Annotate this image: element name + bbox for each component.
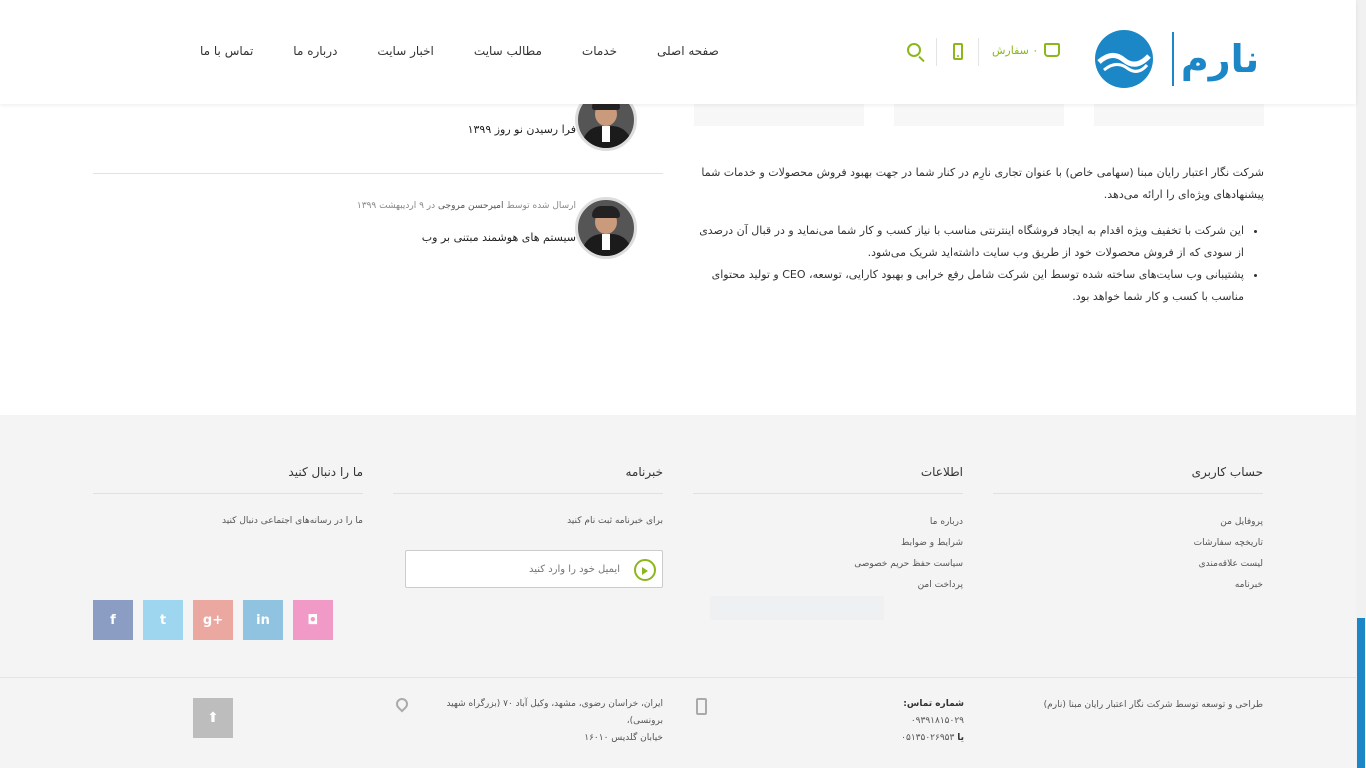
footer-heading: حساب کاربری	[993, 465, 1263, 494]
contact-block: شماره تماس: ۰۹۳۹۱۸۱۵۰۲۹ یا ۰۵۱۳۵۰۲۶۹۵۳	[860, 696, 964, 747]
nav-articles[interactable]: مطالب سایت	[454, 44, 562, 58]
back-to-top-button[interactable]: ⬆	[193, 698, 233, 738]
about-list: این شرکت با تخفیف ویژه اقدام به ایجاد فر…	[692, 220, 1264, 308]
phone-number[interactable]: ۰۹۳۹۱۸۱۵۰۲۹	[911, 716, 964, 726]
or-label: یا	[957, 733, 964, 743]
address: ایران، خراسان رضوی، مشهد، وکیل آباد ۷۰ (…	[420, 696, 663, 747]
link-wishlist[interactable]: لیست علاقه‌مندی	[993, 554, 1263, 575]
arrow-right-icon[interactable]	[634, 559, 656, 581]
footer-heading: خبرنامه	[393, 465, 663, 494]
about-intro: شرکت نگار اعتبار رایان مبنا (سهامی خاص) …	[701, 166, 1264, 201]
footer-heading: ما را دنبال کنید	[93, 465, 363, 494]
newsletter-desc: برای خبرنامه ثبت نام کنید	[567, 516, 663, 526]
service-card	[1094, 104, 1264, 126]
footer-newsletter: خبرنامه برای خبرنامه ثبت نام کنید	[393, 465, 663, 665]
link-profile[interactable]: پروفایل من	[993, 512, 1263, 533]
bottom-bar: طراحی و توسعه توسط شرکت نگار اعتبار رایا…	[0, 677, 1356, 768]
post-title[interactable]: سیستم های هوشمند مبتنی بر وب	[422, 231, 576, 244]
page: نارم ۰ سفارش صفحه اصلی خدمات مطالب سایت …	[0, 0, 1366, 768]
scrollbar[interactable]	[1356, 0, 1366, 768]
footer-heading: اطلاعات	[693, 465, 963, 494]
header-separator	[978, 38, 979, 66]
facebook-icon[interactable]: f	[93, 600, 133, 640]
service-card	[694, 104, 864, 126]
address-line: خیابان گلدیس ۱۶۰۱۰	[584, 733, 663, 743]
phone-icon[interactable]	[953, 43, 963, 60]
google-plus-icon[interactable]: g+	[193, 600, 233, 640]
header-separator	[936, 38, 937, 66]
post-author[interactable]: امیرحسن مروجی	[438, 201, 504, 211]
faded-button	[710, 596, 884, 620]
post-date: در ۹ اردیبهشت ۱۳۹۹	[356, 201, 436, 211]
link-terms[interactable]: شرایط و ضوابط	[693, 533, 963, 554]
about-section: شرکت نگار اعتبار رایان مبنا (سهامی خاص) …	[692, 162, 1264, 308]
linkedin-icon[interactable]: in	[243, 600, 283, 640]
newsletter-email-input[interactable]	[420, 559, 620, 579]
copyright: طراحی و توسعه توسط شرکت نگار اعتبار رایا…	[1043, 700, 1263, 710]
address-line: ایران، خراسان رضوی، مشهد، وکیل آباد ۷۰ (…	[446, 699, 663, 726]
post-meta-prefix: ارسال شده توسط	[506, 201, 576, 211]
basket-icon	[1044, 43, 1061, 57]
post-meta: ارسال شده توسط امیرحسن مروجی در ۹ اردیبه…	[357, 201, 576, 211]
main-nav: صفحه اصلی خدمات مطالب سایت اخبار سایت در…	[180, 44, 739, 58]
contact-label: شماره تماس:	[903, 699, 964, 709]
nav-contact[interactable]: تماس با ما	[180, 44, 273, 58]
nav-about[interactable]: درباره ما	[273, 44, 357, 58]
twitter-icon[interactable]: t	[143, 600, 183, 640]
link-newsletter[interactable]: خبرنامه	[993, 575, 1263, 596]
footer-account: حساب کاربری پروفایل من تاریخچه سفارشات ل…	[993, 465, 1263, 596]
footer: حساب کاربری پروفایل من تاریخچه سفارشات ل…	[0, 415, 1356, 677]
footer-follow: ما را دنبال کنید ما را در رسانه‌های اجتم…	[93, 465, 363, 665]
follow-desc: ما را در رسانه‌های اجتماعی دنبال کنید	[222, 516, 363, 526]
about-bullet: این شرکت با تخفیف ویژه اقدام به ایجاد فر…	[692, 220, 1244, 264]
mobile-icon	[696, 698, 707, 715]
scrollbar-thumb[interactable]	[1357, 618, 1365, 768]
site-header: نارم ۰ سفارش صفحه اصلی خدمات مطالب سایت …	[0, 0, 1356, 104]
link-order-history[interactable]: تاریخچه سفارشات	[993, 533, 1263, 554]
link-secure-payment[interactable]: پرداخت امن	[693, 575, 963, 596]
nav-news[interactable]: اخبار سایت	[357, 44, 453, 58]
author-avatar[interactable]	[575, 197, 637, 259]
social-links: f t g+ in ◘	[93, 600, 333, 640]
newsletter-form	[405, 550, 663, 588]
nav-services[interactable]: خدمات	[562, 44, 637, 58]
location-pin-icon	[393, 695, 411, 713]
cart-label: ۰ سفارش	[992, 43, 1039, 57]
about-bullet: پشتیبانی وب سایت‌های ساخته شده توسط این …	[692, 264, 1244, 308]
service-card	[894, 104, 1064, 126]
phone-number[interactable]: ۰۵۱۳۵۰۲۶۹۵۳	[901, 733, 954, 743]
footer-info: اطلاعات درباره ما شرایط و ضوابط سیاست حف…	[693, 465, 963, 596]
nav-home[interactable]: صفحه اصلی	[637, 44, 739, 58]
post-divider	[93, 173, 663, 174]
search-icon[interactable]	[907, 43, 921, 57]
link-privacy[interactable]: سیاست حفظ حریم خصوصی	[693, 554, 963, 575]
cart-button[interactable]: ۰ سفارش	[992, 43, 1061, 57]
instagram-icon[interactable]: ◘	[293, 600, 333, 640]
link-about[interactable]: درباره ما	[693, 512, 963, 533]
logo-text: نارم	[1181, 37, 1259, 82]
narem-logo[interactable]: نارم	[1094, 28, 1264, 90]
post-title[interactable]: فرا رسیدن نو روز ۱۳۹۹	[468, 123, 576, 136]
